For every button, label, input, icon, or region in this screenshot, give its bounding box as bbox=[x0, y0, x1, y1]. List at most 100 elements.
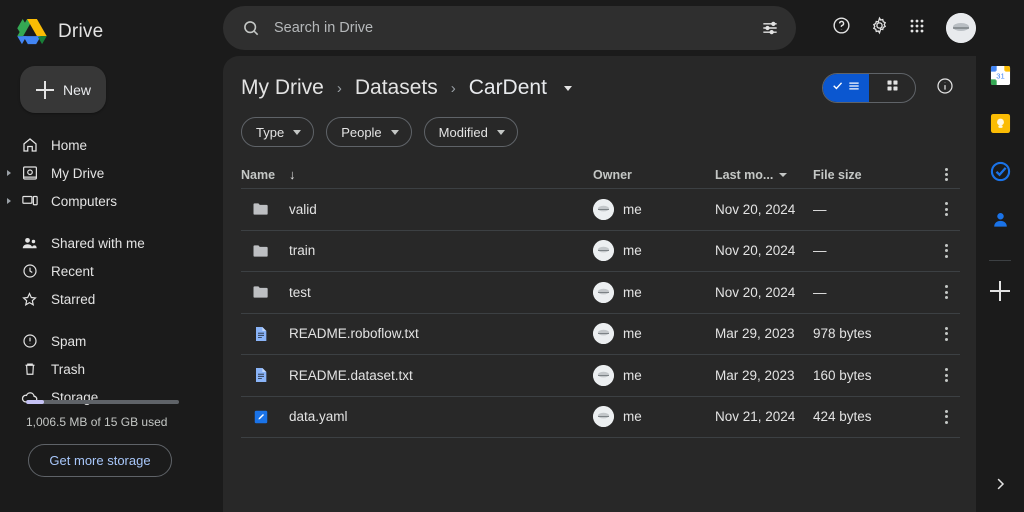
table-row[interactable]: data.yaml me Nov 21, 2024 424 bytes bbox=[241, 397, 960, 438]
sidebar-item-recent[interactable]: Recent bbox=[0, 257, 220, 285]
google-contacts-icon[interactable] bbox=[989, 208, 1011, 230]
column-header-name-label: Name bbox=[241, 167, 276, 182]
divider bbox=[989, 260, 1011, 261]
search-input[interactable] bbox=[274, 20, 760, 36]
nav-group-secondary: Shared with me Recent Starred bbox=[0, 229, 220, 313]
sidebar-label-home: Home bbox=[51, 137, 88, 153]
sidebar-label-recent: Recent bbox=[51, 263, 94, 279]
clock-icon bbox=[20, 262, 39, 281]
filter-chips: Type People Modified bbox=[223, 114, 976, 147]
row-options-button[interactable] bbox=[934, 326, 960, 342]
list-view-button[interactable] bbox=[823, 74, 869, 102]
settings-gear-icon bbox=[869, 15, 890, 41]
cell-size: — bbox=[813, 243, 827, 259]
folder-icon bbox=[251, 241, 271, 261]
owner-name: me bbox=[623, 201, 642, 217]
row-options-button[interactable] bbox=[934, 409, 960, 425]
table-options-button[interactable] bbox=[934, 167, 960, 183]
chevron-right-icon[interactable] bbox=[7, 170, 11, 176]
drive-brand[interactable]: Drive bbox=[0, 0, 220, 52]
sidebar-item-starred[interactable]: Starred bbox=[0, 285, 220, 313]
column-header-size-label: File size bbox=[813, 167, 862, 182]
table-row[interactable]: valid me Nov 20, 2024 — bbox=[241, 189, 960, 231]
cell-owner: me bbox=[593, 406, 715, 428]
tune-icon[interactable] bbox=[760, 18, 780, 38]
new-button-label: New bbox=[63, 81, 92, 98]
sidebar-item-trash[interactable]: Trash bbox=[0, 355, 220, 383]
filter-chip-modified[interactable]: Modified bbox=[423, 117, 518, 147]
google-tasks-icon[interactable] bbox=[989, 160, 1011, 182]
storage-section: 1,006.5 MB of 15 GB used Get more storag… bbox=[0, 400, 220, 477]
expand-panel-button[interactable] bbox=[988, 474, 1012, 498]
grid-view-button[interactable] bbox=[869, 74, 915, 102]
row-options-button[interactable] bbox=[934, 243, 960, 259]
cell-modified: Nov 21, 2024 bbox=[715, 409, 796, 425]
cell-owner: me bbox=[593, 240, 715, 262]
row-options-button[interactable] bbox=[934, 284, 960, 300]
more-options-icon bbox=[945, 201, 949, 217]
file-name: valid bbox=[289, 201, 317, 217]
sidebar-item-computers[interactable]: Computers bbox=[0, 187, 220, 215]
settings-button[interactable] bbox=[860, 9, 898, 47]
column-header-size[interactable]: File size bbox=[813, 168, 934, 182]
row-options-button[interactable] bbox=[934, 367, 960, 383]
details-button[interactable] bbox=[930, 73, 960, 103]
sidebar-item-spam[interactable]: Spam bbox=[0, 327, 220, 355]
google-calendar-icon[interactable]: 31 bbox=[989, 64, 1011, 86]
filter-chip-modified-label: Modified bbox=[438, 124, 488, 140]
chevron-down-icon[interactable] bbox=[563, 85, 572, 91]
breadcrumb-item-1[interactable]: Datasets bbox=[355, 76, 438, 100]
table-row[interactable]: test me Nov 20, 2024 — bbox=[241, 272, 960, 314]
column-header-owner-label: Owner bbox=[593, 167, 632, 182]
cell-size: — bbox=[813, 284, 827, 300]
avatar bbox=[593, 198, 614, 220]
sidebar-label-my-drive: My Drive bbox=[51, 165, 105, 181]
sidebar-label-shared-with-me: Shared with me bbox=[51, 235, 145, 251]
breadcrumb-item-0[interactable]: My Drive bbox=[241, 76, 324, 100]
filter-chip-type[interactable]: Type bbox=[241, 117, 315, 147]
column-header-modified[interactable]: Last mo... bbox=[715, 168, 813, 182]
chevron-down-icon bbox=[390, 129, 399, 135]
chevron-down-icon bbox=[496, 129, 505, 135]
drive-title: Drive bbox=[58, 21, 104, 42]
more-options-icon bbox=[945, 243, 949, 259]
cell-name: test bbox=[241, 282, 593, 302]
owner-name: me bbox=[623, 284, 642, 300]
more-options-icon bbox=[945, 326, 949, 342]
grid-view-icon bbox=[885, 78, 900, 98]
column-header-name[interactable]: Name ↓ bbox=[241, 167, 593, 182]
info-icon bbox=[935, 76, 955, 101]
owner-name: me bbox=[623, 243, 642, 259]
sidebar-item-my-drive[interactable]: My Drive bbox=[0, 159, 220, 187]
search-icon bbox=[241, 18, 261, 38]
sort-descending-icon: ↓ bbox=[289, 167, 296, 182]
storage-progress-bar bbox=[26, 400, 179, 404]
file-name: test bbox=[289, 284, 311, 300]
cell-modified: Nov 20, 2024 bbox=[715, 243, 796, 259]
nav-group-primary: Home My Drive Computers bbox=[0, 131, 220, 215]
new-button[interactable]: New bbox=[20, 66, 106, 113]
more-options-icon bbox=[945, 284, 949, 300]
add-ons-plus-icon[interactable] bbox=[990, 281, 1010, 301]
table-row[interactable]: README.roboflow.txt me Mar 29, 2023 978 … bbox=[241, 314, 960, 355]
sidebar-label-spam: Spam bbox=[51, 333, 87, 349]
cell-name: README.dataset.txt bbox=[241, 365, 593, 385]
column-header-owner[interactable]: Owner bbox=[593, 168, 715, 182]
sidebar-item-shared-with-me[interactable]: Shared with me bbox=[0, 229, 220, 257]
breadcrumb-item-current[interactable]: CarDent bbox=[469, 76, 547, 100]
google-keep-icon[interactable] bbox=[989, 112, 1011, 134]
sidebar-item-home[interactable]: Home bbox=[0, 131, 220, 159]
help-button[interactable] bbox=[822, 9, 860, 47]
apps-grid-button[interactable] bbox=[898, 9, 936, 47]
search-bar[interactable] bbox=[223, 6, 796, 50]
filter-chip-people[interactable]: People bbox=[326, 117, 412, 147]
table-row[interactable]: train me Nov 20, 2024 — bbox=[241, 231, 960, 272]
chevron-right-icon[interactable] bbox=[7, 198, 11, 204]
my-drive-icon bbox=[20, 164, 39, 183]
get-more-storage-button[interactable]: Get more storage bbox=[28, 444, 172, 477]
sidebar-label-starred: Starred bbox=[51, 291, 96, 307]
table-row[interactable]: README.dataset.txt me Mar 29, 2023 160 b… bbox=[241, 355, 960, 397]
account-avatar[interactable] bbox=[946, 13, 976, 43]
cell-owner: me bbox=[593, 198, 715, 220]
row-options-button[interactable] bbox=[934, 201, 960, 217]
